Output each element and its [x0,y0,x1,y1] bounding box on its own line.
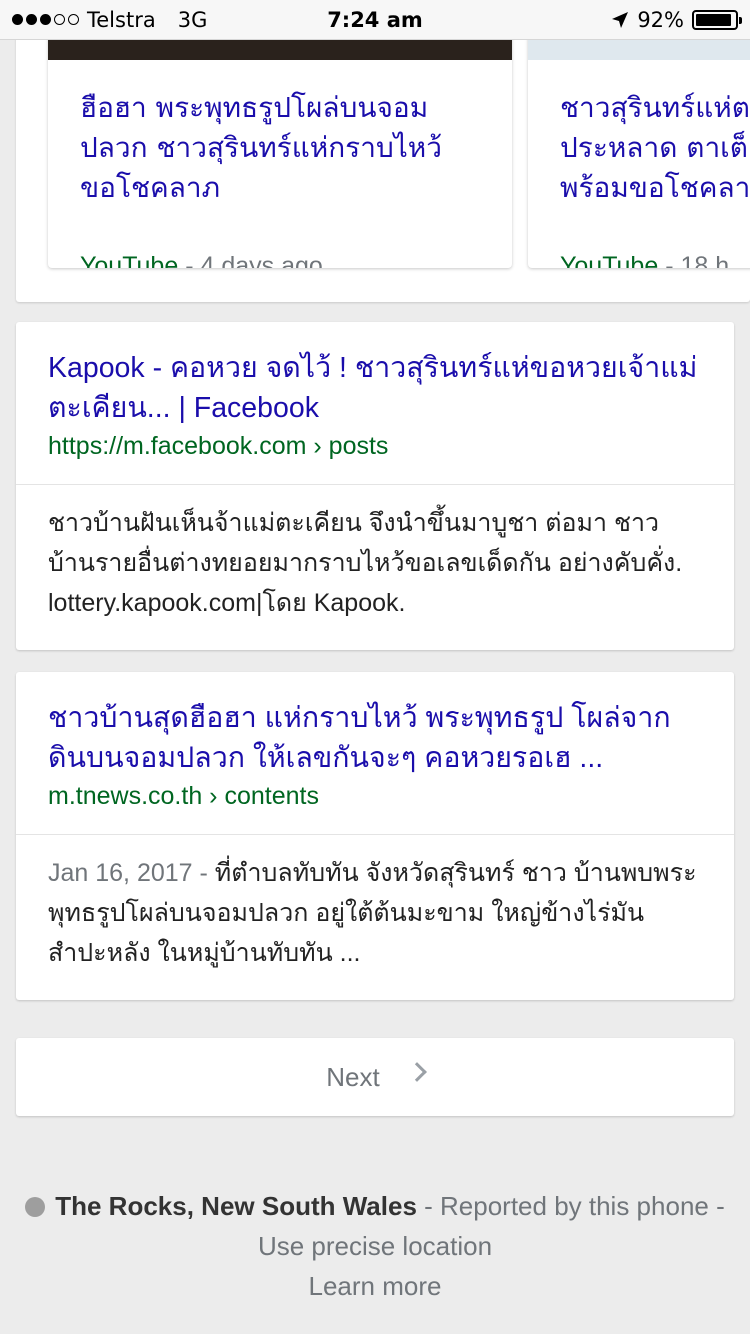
video-carousel: ฮือฮา พระพุทธรูปโผล่บนจอม ปลวก ชาวสุรินท… [16,0,750,302]
status-bar: Telstra 3G 7:24 am 92% [0,0,750,40]
battery-icon [692,9,742,30]
video-card[interactable]: ฮือฮา พระพุทธรูปโผล่บนจอม ปลวก ชาวสุรินท… [48,0,512,268]
video-card[interactable]: ชาวสุรินทร์แห่ต ประหลาด ตาเต็ พร้อมขอโชค… [528,0,750,268]
signal-strength-icon [12,14,79,25]
result-title[interactable]: ชาวบ้านสุดฮือฮา แห่กราบไหว้ พระพุทธรูป โ… [48,698,702,778]
result-snippet: ชาวบ้านฝันเห็นจ้าแม่ตะเคียน จึงนำขึ้นมาบ… [16,485,734,643]
result-snippet: Jan 16, 2017 - ที่ตำบลทับทัน จังหวัดสุริ… [16,835,734,993]
result-header[interactable]: ชาวบ้านสุดฮือฮา แห่กราบไหว้ พระพุทธรูป โ… [16,672,734,835]
location-arrow-icon [612,11,629,28]
search-result: Kapook - คอหวย จดไว้ ! ชาวสุรินทร์แห่ขอห… [16,322,734,650]
video-meta: YouTube - 4 days ago [48,244,512,268]
next-label: Next [326,1061,380,1092]
battery-percent: 92% [637,7,684,32]
video-age: 4 days ago [200,252,323,268]
search-result: ชาวบ้านสุดฮือฮา แห่กราบไหว้ พระพุทธรูป โ… [16,672,734,1000]
video-source: YouTube [80,252,179,268]
video-title[interactable]: ฮือฮา พระพุทธรูปโผล่บนจอม ปลวก ชาวสุรินท… [48,60,512,244]
result-snippet-text: ชาวบ้านฝันเห็นจ้าแม่ตะเคียน จึงนำขึ้นมาบ… [48,509,683,617]
video-meta: YouTube - 18 h [528,244,750,268]
result-date: Jan 16, 2017 - [48,859,215,887]
location-footer: The Rocks, New South Wales - Reported by… [0,1186,750,1306]
next-page-button[interactable]: Next [16,1038,734,1116]
network-type: 3G [177,7,208,32]
result-url[interactable]: https://m.facebook.com › posts [48,430,702,462]
video-source: YouTube [560,252,659,268]
result-header[interactable]: Kapook - คอหวย จดไว้ ! ชาวสุรินทร์แห่ขอห… [16,322,734,485]
result-url[interactable]: m.tnews.co.th › contents [48,780,702,812]
location-dot-icon [25,1197,46,1217]
video-title[interactable]: ชาวสุรินทร์แห่ต ประหลาด ตาเต็ พร้อมขอโชค… [528,60,750,244]
location-name: The Rocks, New South Wales [55,1191,417,1221]
video-age: 18 h [680,252,730,268]
chevron-right-icon [406,1062,427,1082]
carrier-info: Telstra 3G [12,8,207,32]
location-reported: - Reported by this phone [416,1191,709,1221]
result-title[interactable]: Kapook - คอหวย จดไว้ ! ชาวสุรินทร์แห่ขอห… [48,348,702,428]
carrier-name: Telstra [87,7,156,32]
learn-more-link[interactable]: Learn more [0,1266,750,1306]
